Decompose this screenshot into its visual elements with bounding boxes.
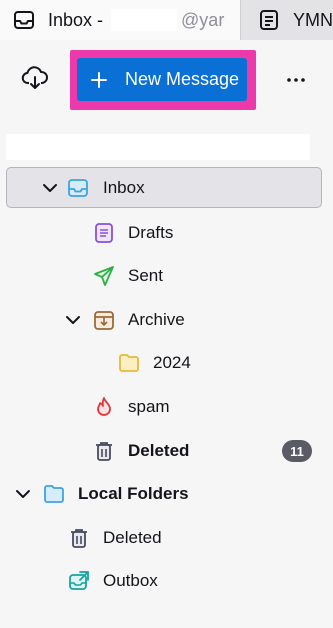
sent-icon bbox=[93, 265, 115, 287]
tab-inbox-title: Inbox - bbox=[48, 9, 104, 30]
trash-icon bbox=[68, 527, 90, 549]
tab-inbox-account: @yar bbox=[181, 9, 225, 30]
folder-archive-2024[interactable]: 2024 bbox=[0, 343, 333, 383]
inbox-tab-icon bbox=[12, 8, 36, 32]
folder-local-deleted[interactable]: Deleted bbox=[0, 518, 333, 558]
folder-label: Drafts bbox=[128, 223, 174, 242]
folder-inbox[interactable]: Inbox bbox=[6, 167, 322, 208]
folder-local-folders[interactable]: Local Folders bbox=[0, 474, 333, 514]
new-message-button[interactable]: New Message bbox=[77, 58, 247, 101]
folder-drafts[interactable]: Drafts bbox=[0, 213, 333, 253]
tab-bar: Inbox - @yar YMN bbox=[0, 0, 333, 40]
chevron-down-icon[interactable] bbox=[14, 485, 32, 503]
folder-icon bbox=[118, 352, 140, 374]
folder-archive[interactable]: Archive bbox=[0, 300, 333, 340]
redacted-account-name bbox=[6, 134, 310, 160]
folder-label: Local Folders bbox=[78, 484, 189, 503]
folder-label: Archive bbox=[128, 310, 185, 329]
folder-outbox[interactable]: Outbox bbox=[0, 561, 333, 601]
trash-icon bbox=[93, 440, 115, 462]
redacted-account bbox=[111, 9, 178, 31]
tab-ymn[interactable]: YMN bbox=[245, 0, 333, 40]
get-messages-button[interactable] bbox=[18, 64, 52, 92]
folder-deleted[interactable]: Deleted 11 bbox=[0, 431, 333, 471]
flame-icon bbox=[93, 396, 115, 418]
unread-count-badge: 11 bbox=[282, 440, 312, 462]
inbox-icon bbox=[67, 177, 89, 199]
tab-ymn-title: YMN bbox=[293, 9, 333, 30]
folder-label: spam bbox=[128, 397, 170, 416]
new-message-label: New Message bbox=[125, 69, 240, 89]
folder-label: Inbox bbox=[103, 178, 145, 197]
plus-icon bbox=[89, 70, 109, 90]
folder-label: Sent bbox=[128, 266, 163, 285]
tab-inbox[interactable]: Inbox - @yar bbox=[0, 0, 241, 40]
more-menu-button[interactable] bbox=[282, 67, 310, 93]
cloud-download-icon bbox=[21, 65, 49, 91]
folder-spam[interactable]: spam bbox=[0, 387, 333, 427]
chevron-down-icon[interactable] bbox=[41, 179, 59, 197]
folder-label: Deleted bbox=[103, 528, 162, 547]
folder-label: 2024 bbox=[153, 353, 191, 372]
outbox-icon bbox=[68, 570, 90, 592]
drafts-icon bbox=[93, 222, 115, 244]
folder-label: Deleted bbox=[128, 441, 190, 460]
folder-icon bbox=[43, 483, 65, 505]
folder-label: Outbox bbox=[103, 571, 158, 590]
chevron-down-icon[interactable] bbox=[64, 311, 82, 329]
document-tab-icon bbox=[257, 8, 281, 32]
folder-sent[interactable]: Sent bbox=[0, 256, 333, 296]
archive-icon bbox=[93, 309, 115, 331]
ellipsis-icon bbox=[286, 77, 306, 83]
